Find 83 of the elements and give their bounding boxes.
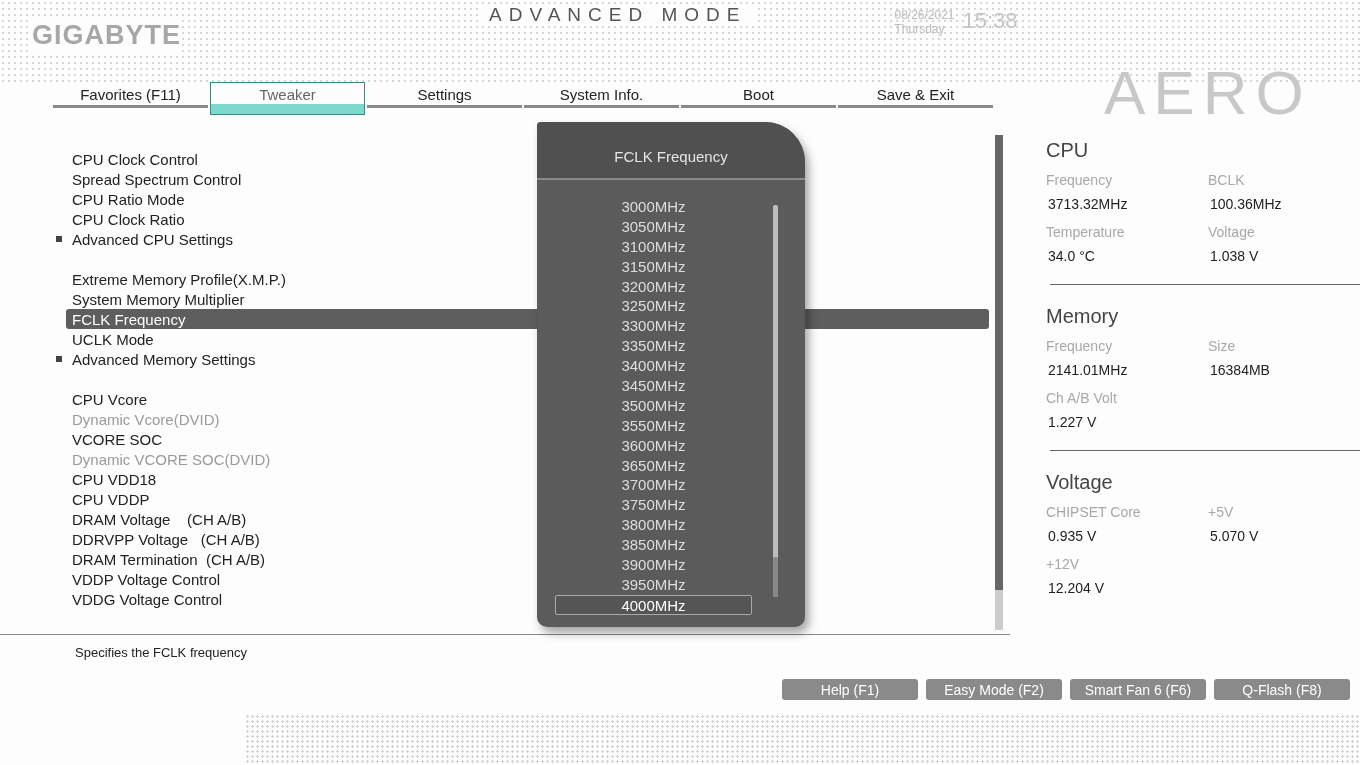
field-label: +12V xyxy=(1046,555,1081,574)
setting-item[interactable]: CPU Ratio Mode xyxy=(72,190,185,208)
frequency-option[interactable]: 3100MHz xyxy=(555,236,752,257)
setting-item[interactable]: CPU Clock Control xyxy=(72,150,198,168)
setting-item[interactable]: FCLK Frequency xyxy=(72,310,186,328)
frequency-option[interactable]: 3700MHz xyxy=(555,475,752,496)
field-value: 2141.01MHz xyxy=(1047,361,1129,380)
frequency-option[interactable]: 3150MHz xyxy=(555,256,752,277)
field-value: 5.070 V xyxy=(1209,527,1260,546)
setting-item[interactable]: CPU VDD18 xyxy=(72,470,157,488)
function-button[interactable]: Q-Flash (F8) xyxy=(1214,679,1350,700)
field-label: Ch A/B Volt xyxy=(1046,389,1118,408)
field-value: 16384MB xyxy=(1209,361,1271,380)
frequency-option[interactable]: 3200MHz xyxy=(555,276,752,297)
field-value: 0.935 V xyxy=(1047,527,1098,546)
menu-tab[interactable]: Boot xyxy=(681,82,836,108)
field-label: Frequency xyxy=(1046,171,1114,190)
submenu-bullet-icon xyxy=(56,236,62,242)
field-label: Frequency xyxy=(1046,337,1114,356)
setting-item[interactable]: CPU Clock Ratio xyxy=(72,210,185,228)
frequency-option[interactable]: 3900MHz xyxy=(555,555,752,575)
frequency-option[interactable]: 3500MHz xyxy=(555,395,752,416)
submenu-bullet-icon xyxy=(56,356,62,362)
section-title: Voltage xyxy=(1046,471,1114,494)
field-label: +5V xyxy=(1208,503,1235,522)
setting-item[interactable]: Advanced CPU Settings xyxy=(72,230,233,248)
field-label: Size xyxy=(1208,337,1237,356)
frequency-option[interactable]: 3850MHz xyxy=(555,535,752,556)
field-label: CHIPSET Core xyxy=(1046,503,1142,522)
time-text: 15:38 xyxy=(962,8,1018,34)
frequency-option[interactable]: 4000MHz xyxy=(555,594,752,615)
menu-tab[interactable]: Settings xyxy=(367,82,522,108)
setting-item[interactable]: VDDP Voltage Control xyxy=(72,570,221,588)
setting-item[interactable]: DRAM Voltage (CH A/B) xyxy=(72,510,247,528)
setting-item[interactable]: Advanced Memory Settings xyxy=(72,350,256,368)
field-label: Temperature xyxy=(1046,223,1126,242)
help-text: Specifies the FCLK frequency xyxy=(75,644,247,660)
setting-item[interactable]: DRAM Termination (CH A/B) xyxy=(72,550,266,568)
frequency-option[interactable]: 3800MHz xyxy=(555,515,752,536)
setting-item[interactable]: CPU VDDP xyxy=(72,490,150,508)
field-value: 100.36MHz xyxy=(1209,195,1283,214)
date-text: 08/26/2021 xyxy=(894,8,955,22)
field-label: Voltage xyxy=(1208,223,1256,242)
frequency-option[interactable]: 3550MHz xyxy=(555,415,752,436)
menu-tab[interactable]: Favorites (F11) xyxy=(53,82,208,108)
popup-scrollbar[interactable] xyxy=(773,205,778,597)
frequency-option[interactable]: 3950MHz xyxy=(555,574,752,595)
section-title: Memory xyxy=(1046,305,1120,328)
setting-item[interactable]: Spread Spectrum Control xyxy=(72,170,242,188)
field-value: 3713.32MHz xyxy=(1047,195,1129,214)
function-button[interactable]: Easy Mode (F2) xyxy=(926,679,1062,700)
menu-tab[interactable]: System Info. xyxy=(524,82,679,108)
menu-tab[interactable]: Save & Exit xyxy=(838,82,993,108)
setting-item[interactable]: VCORE SOC xyxy=(72,430,162,448)
section-title: CPU xyxy=(1046,139,1090,162)
setting-item[interactable]: System Memory Multiplier xyxy=(72,290,245,308)
frequency-option[interactable]: 3450MHz xyxy=(555,376,752,396)
frequency-option[interactable]: 3400MHz xyxy=(555,356,752,376)
frequency-option[interactable]: 3350MHz xyxy=(555,336,752,357)
setting-item[interactable]: CPU Vcore xyxy=(72,390,148,408)
scrollbar[interactable] xyxy=(995,135,1003,630)
frequency-option[interactable]: 3650MHz xyxy=(555,455,752,476)
field-value: 1.038 V xyxy=(1209,247,1260,266)
frequency-option[interactable]: 3050MHz xyxy=(555,216,752,237)
menu-tab[interactable]: Tweaker xyxy=(210,82,365,115)
field-value: 34.0 °C xyxy=(1047,247,1096,266)
setting-item[interactable]: VDDG Voltage Control xyxy=(72,590,223,608)
frequency-option[interactable]: 3300MHz xyxy=(555,316,752,337)
frequency-option[interactable]: 3250MHz xyxy=(555,296,752,317)
setting-item[interactable]: UCLK Mode xyxy=(72,330,154,348)
field-label: BCLK xyxy=(1208,171,1246,190)
field-value: 1.227 V xyxy=(1047,413,1098,432)
frequency-option[interactable]: 3750MHz xyxy=(555,495,752,516)
field-value: 12.204 V xyxy=(1047,579,1106,598)
brand-logo: GIGABYTE xyxy=(32,20,181,54)
function-button[interactable]: Smart Fan 6 (F6) xyxy=(1070,679,1206,700)
function-button[interactable]: Help (F1) xyxy=(782,679,918,700)
day-text: Thursday xyxy=(894,22,946,36)
popup-title: FCLK Frequency xyxy=(537,122,805,180)
setting-item[interactable]: DDRVPP Voltage (CH A/B) xyxy=(72,530,260,548)
frequency-option[interactable]: 3600MHz xyxy=(555,435,752,456)
setting-item[interactable]: Extreme Memory Profile(X.M.P.) xyxy=(72,270,286,288)
frequency-option[interactable]: 3000MHz xyxy=(555,197,752,217)
